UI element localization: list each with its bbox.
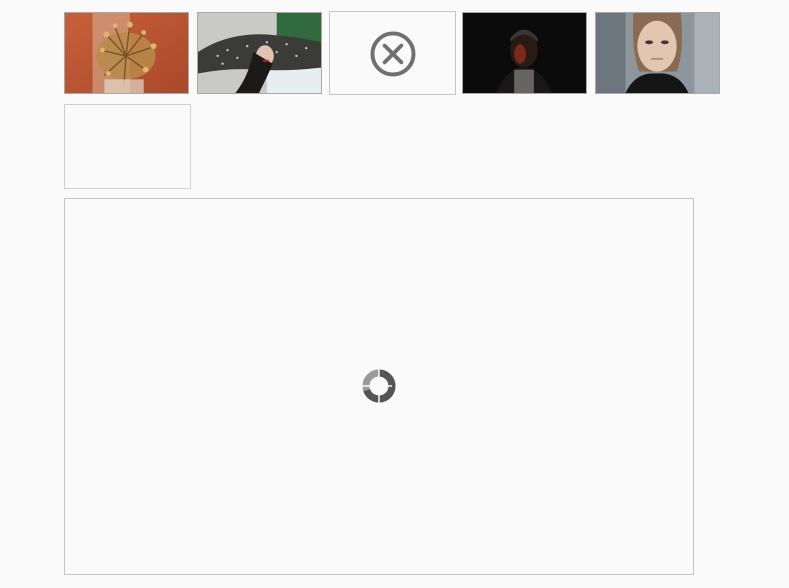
reclining-woman-image (198, 13, 321, 93)
gallery-thumbnail-6[interactable] (64, 104, 191, 189)
error-circle-x-icon (370, 31, 416, 77)
gallery-thumbnail-4[interactable] (462, 12, 587, 94)
image-gallery (0, 0, 789, 588)
gallery-thumbnail-5[interactable] (595, 12, 720, 94)
empty-thumbnail-placeholder (65, 105, 190, 188)
woman-closeup-image (596, 13, 719, 93)
gallery-thumbnail-3[interactable] (329, 11, 456, 95)
desert-flowers-image (65, 13, 188, 93)
dark-portrait-image (463, 13, 586, 93)
gallery-thumbnail-2[interactable] (197, 12, 322, 94)
gallery-thumbnail-1[interactable] (64, 12, 189, 94)
image-viewer-panel[interactable] (64, 198, 694, 575)
loading-spinner-icon (362, 369, 396, 403)
